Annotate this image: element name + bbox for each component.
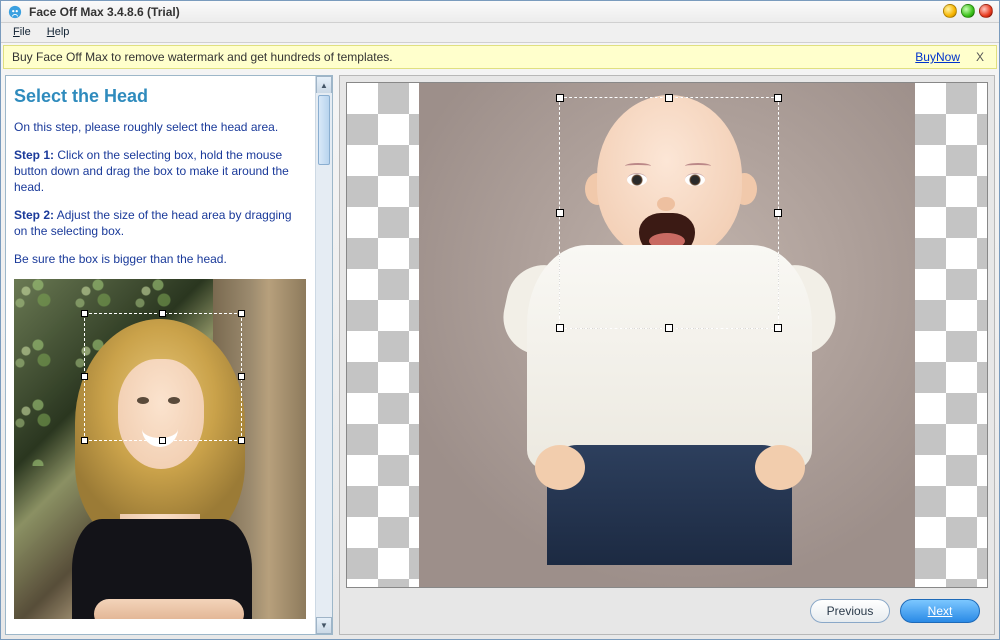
scroll-down-button[interactable]: ▼ bbox=[316, 617, 332, 634]
close-button[interactable] bbox=[979, 4, 993, 18]
tip-close-button[interactable]: X bbox=[972, 50, 988, 64]
example-selection-box bbox=[84, 313, 242, 441]
example-image bbox=[14, 279, 306, 619]
scroll-thumb[interactable] bbox=[318, 95, 330, 165]
content-area: Select the Head On this step, please rou… bbox=[1, 71, 999, 639]
instructions-panel: Select the Head On this step, please rou… bbox=[5, 75, 333, 635]
step-note: Be sure the box is bigger than the head. bbox=[14, 251, 306, 267]
scrollbar[interactable]: ▲ ▼ bbox=[315, 76, 332, 634]
app-icon bbox=[7, 4, 23, 20]
menu-file[interactable]: File bbox=[5, 23, 39, 42]
transparency-right bbox=[915, 83, 987, 587]
editor-panel: Previous Next bbox=[339, 75, 995, 635]
window-controls bbox=[943, 4, 993, 18]
step2: Step 2: Adjust the size of the head area… bbox=[14, 207, 306, 239]
tip-text: Buy Face Off Max to remove watermark and… bbox=[12, 50, 393, 64]
next-button[interactable]: Next bbox=[900, 599, 980, 623]
maximize-button[interactable] bbox=[961, 4, 975, 18]
step-intro: On this step, please roughly select the … bbox=[14, 119, 306, 135]
head-selection-box[interactable] bbox=[559, 97, 779, 329]
titlebar: Face Off Max 3.4.8.6 (Trial) bbox=[1, 1, 999, 23]
step1: Step 1: Click on the selecting box, hold… bbox=[14, 147, 306, 195]
minimize-button[interactable] bbox=[943, 4, 957, 18]
previous-button[interactable]: Previous bbox=[810, 599, 890, 623]
menubar: File Help bbox=[1, 23, 999, 43]
menu-help[interactable]: Help bbox=[39, 23, 78, 42]
canvas[interactable] bbox=[346, 82, 988, 588]
app-window: Face Off Max 3.4.8.6 (Trial) File Help B… bbox=[0, 0, 1000, 640]
scroll-up-button[interactable]: ▲ bbox=[316, 76, 332, 93]
trial-tip-bar: Buy Face Off Max to remove watermark and… bbox=[3, 45, 997, 69]
buy-now-link[interactable]: BuyNow bbox=[915, 50, 960, 64]
step-heading: Select the Head bbox=[14, 86, 306, 107]
transparency-left bbox=[347, 83, 419, 587]
wizard-buttons: Previous Next bbox=[340, 588, 994, 634]
window-title: Face Off Max 3.4.8.6 (Trial) bbox=[29, 5, 180, 19]
